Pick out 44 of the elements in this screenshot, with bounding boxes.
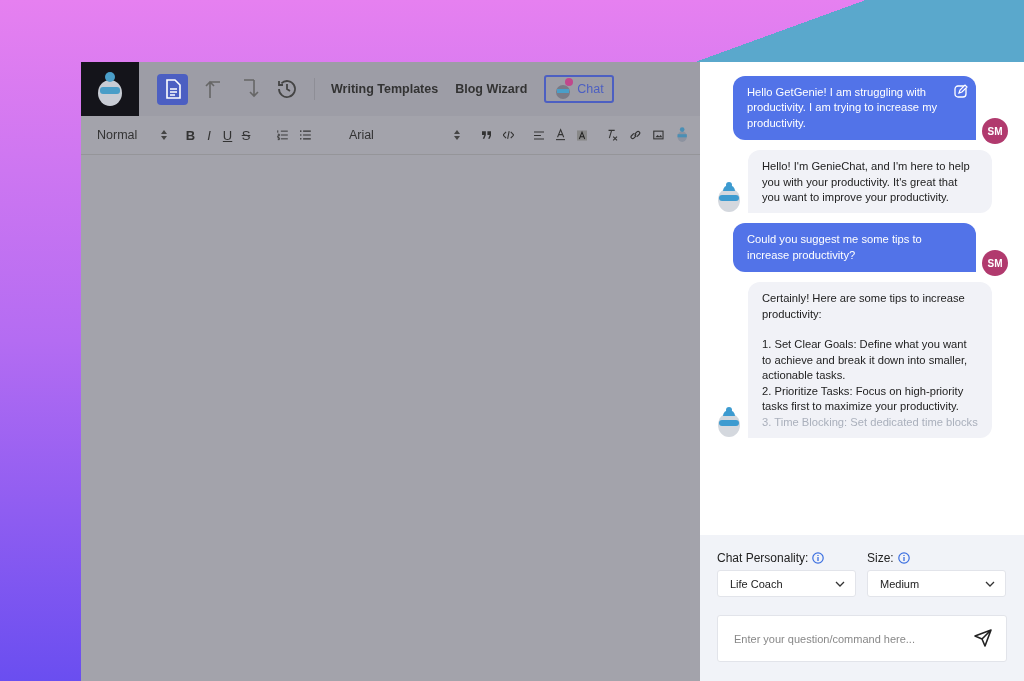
message-text: 3. Time Blocking: Set dedicated time blocks	[762, 414, 978, 430]
question-field[interactable]: Enter your question/command here...	[717, 615, 1007, 662]
underline-button[interactable]: U	[218, 127, 237, 143]
info-icon[interactable]	[897, 552, 910, 564]
align-left-icon[interactable]	[533, 129, 544, 141]
bullet-list-icon[interactable]	[300, 128, 311, 142]
robot-avatar-icon	[716, 405, 742, 438]
robot-avatar-icon	[716, 181, 742, 214]
field-label: Chat Personality:	[717, 551, 809, 565]
edit-icon[interactable]	[954, 84, 969, 98]
personality-dropdown[interactable]: Life Coach	[717, 570, 856, 597]
strike-button[interactable]: S	[236, 127, 256, 143]
updown-icon	[161, 130, 168, 140]
message-text: Certainly! Here are some tips to increase productivity: 1. Set Clear Goals: Define what you want to achieve and break it down into smaller, actionable tasks. 2. Prioritize Tasks: Focus on high-priority tasks first to maximize your productivity.	[762, 291, 969, 415]
highlight-icon[interactable]	[577, 128, 588, 142]
nav-link[interactable]: Writing Templates	[331, 82, 439, 96]
font-select[interactable]: Arial	[348, 128, 460, 142]
message-text: Hello! I'm GenieChat, and I'm here to help you with your productivity. It's great that you want to improve your productivity.	[762, 159, 971, 206]
text-color-icon[interactable]	[556, 128, 566, 142]
style-select[interactable]: Normal	[97, 128, 168, 142]
send-icon[interactable]	[973, 628, 993, 648]
chevron-down-icon	[985, 580, 995, 587]
field-label: Size:	[867, 551, 894, 565]
info-icon[interactable]	[812, 552, 825, 564]
message-text: Hello GetGenie! I am struggling with productivity. I am trying to increase my productivity.	[747, 85, 939, 131]
nav-link[interactable]: Blog Wizard	[455, 82, 528, 96]
robot-logo-icon[interactable]	[81, 62, 139, 116]
bold-button[interactable]: B	[181, 127, 200, 143]
message-text: Could you suggest me some tips to increase productivity?	[747, 232, 923, 263]
user-avatar: SM	[982, 118, 1008, 145]
code-icon[interactable]	[503, 130, 514, 140]
link-icon[interactable]	[630, 128, 641, 142]
chevron-down-icon	[835, 580, 845, 587]
size-dropdown[interactable]: Medium	[867, 570, 1006, 597]
quote-icon[interactable]	[481, 130, 492, 140]
robot-icon	[554, 78, 575, 100]
italic-button[interactable]: I	[199, 127, 219, 143]
clear-format-icon[interactable]	[607, 128, 619, 142]
updown-icon	[453, 130, 460, 140]
document-icon[interactable]	[157, 73, 188, 105]
image-icon[interactable]	[652, 129, 664, 141]
numbered-list-icon[interactable]	[277, 128, 289, 142]
history-icon[interactable]	[276, 78, 298, 100]
user-avatar: SM	[982, 250, 1008, 277]
